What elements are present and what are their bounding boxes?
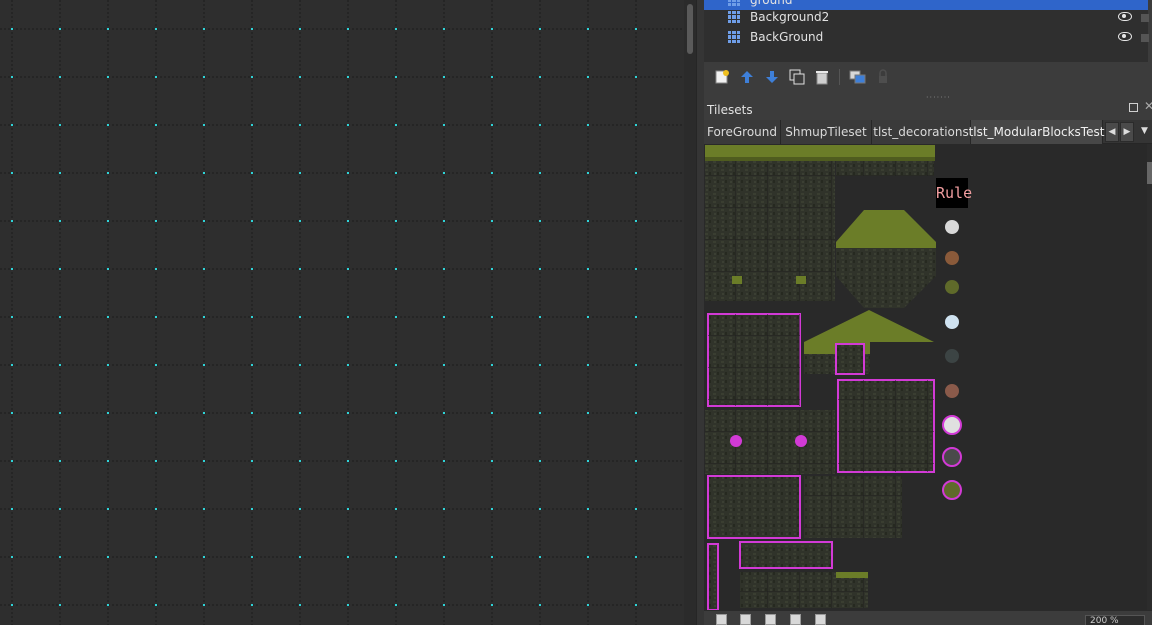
visibility-eye-icon[interactable]	[1118, 12, 1132, 21]
orb-tile	[945, 280, 959, 294]
dock-float-icon[interactable]	[1129, 103, 1138, 112]
panel-splitter[interactable]	[696, 0, 704, 625]
edit-tileset-icon[interactable]	[790, 614, 801, 625]
orb-tile	[945, 251, 959, 265]
orb-tile	[942, 447, 962, 467]
editor-window: ground Background2 BackGround ······· Ti…	[0, 0, 1152, 625]
visibility-eye-icon[interactable]	[1118, 32, 1132, 41]
zoom-combobox[interactable]: 200 %	[1085, 615, 1145, 625]
layer-row-background[interactable]: BackGround	[704, 27, 1149, 47]
layer-name: BackGround	[750, 30, 824, 44]
tileset-tiles	[705, 145, 936, 610]
new-tileset-icon[interactable]	[716, 614, 727, 625]
map-scroll-thumb[interactable]	[687, 4, 693, 54]
tab-list-menu-icon[interactable]: ▼	[1141, 126, 1148, 136]
duplicate-layer-icon[interactable]	[787, 68, 806, 87]
delete-layer-icon[interactable]	[812, 68, 831, 87]
toolbar-separator	[839, 69, 840, 85]
tab-tlst-decorations[interactable]: tlst_decorations	[872, 120, 971, 144]
new-layer-icon[interactable]	[712, 68, 731, 87]
map-canvas[interactable]	[0, 0, 684, 625]
layer-name: ground	[750, 0, 793, 7]
orb-tile	[942, 415, 962, 435]
tileset-bottom-toolbar: 200 %	[704, 610, 1152, 625]
orb-tiles	[942, 220, 962, 500]
orb-tile	[945, 315, 959, 329]
orb-tile	[945, 220, 959, 234]
tab-scroll-right-icon[interactable]: ▶	[1120, 122, 1134, 142]
tab-shmup-tileset[interactable]: ShmupTileset	[781, 120, 872, 144]
rule-tile-label: Rule	[936, 184, 972, 202]
tab-scroll-left-icon[interactable]: ◀	[1105, 122, 1119, 142]
tileset-tabs: ForeGround ShmupTileset tlst_decorations…	[704, 120, 1152, 144]
orb-tile	[945, 349, 959, 363]
resize-grip[interactable]: ·······	[926, 93, 951, 102]
lock-toggle[interactable]	[1141, 34, 1149, 42]
tile-layer-icon	[728, 0, 740, 6]
tile-layer-icon	[728, 11, 740, 23]
tileset-scroll-thumb[interactable]	[1147, 162, 1152, 184]
tileset-view[interactable]: Rule	[704, 144, 1147, 610]
layers-toolbar	[704, 64, 1152, 90]
orb-tile	[942, 480, 962, 500]
layers-list: ground Background2 BackGround	[704, 0, 1149, 62]
lock-layer-icon	[873, 68, 892, 87]
right-dock-panel: ground Background2 BackGround ······· Ti…	[704, 0, 1152, 625]
layer-name: Background2	[750, 10, 830, 24]
tilesets-dock-title: Tilesets	[707, 103, 753, 117]
merge-layer-icon[interactable]	[848, 68, 867, 87]
dock-close-icon[interactable]: ✕	[1144, 99, 1152, 113]
tileset-image[interactable]: Rule	[704, 144, 1147, 610]
raise-layer-icon[interactable]	[737, 68, 756, 87]
remove-tileset-icon[interactable]	[815, 614, 826, 625]
tab-foreground[interactable]: ForeGround	[704, 120, 781, 144]
tileset-vertical-scrollbar[interactable]	[1147, 144, 1152, 610]
tile-layer-icon	[728, 31, 740, 43]
tab-tlst-modular-blocks-test[interactable]: tlst_ModularBlocksTest	[969, 120, 1104, 144]
map-vertical-scrollbar[interactable]	[684, 0, 696, 625]
export-tileset-icon[interactable]	[765, 614, 776, 625]
orb-tile	[945, 384, 959, 398]
map-grid	[0, 0, 684, 625]
lower-layer-icon[interactable]	[762, 68, 781, 87]
lock-toggle[interactable]	[1141, 14, 1149, 22]
layer-row-background2[interactable]: Background2	[704, 7, 1149, 27]
import-tileset-icon[interactable]	[740, 614, 751, 625]
